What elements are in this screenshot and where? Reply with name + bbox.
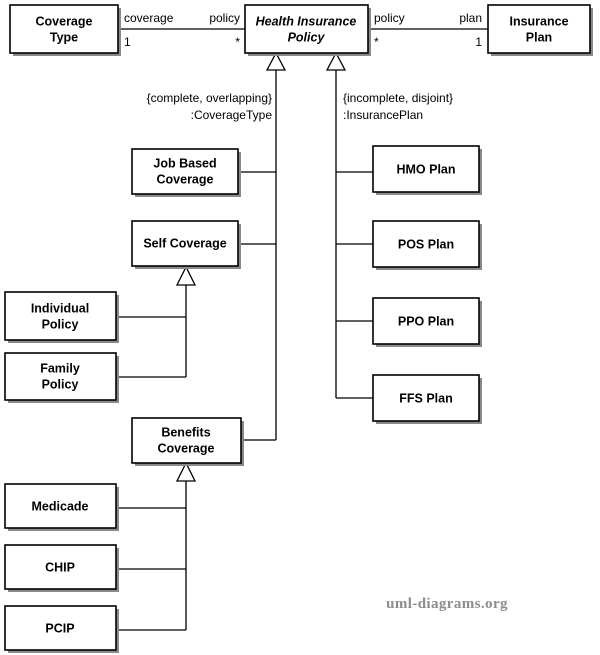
class-name-ppo-plan: PPO Plan <box>398 314 454 328</box>
class-box-insurance-plan[interactable]: Insurance Plan <box>487 4 593 56</box>
class-name-health-insurance-policy-line1: Health Insurance <box>256 14 357 28</box>
association-multiplicity-policy-right: * <box>374 35 379 49</box>
class-box-medicade[interactable]: Medicade <box>4 483 119 531</box>
watermark-text: uml-diagrams.org <box>386 596 508 612</box>
class-box-ffs-plan[interactable]: FFS Plan <box>372 374 482 424</box>
association-role-policy-left: policy <box>209 11 240 25</box>
class-name-coverage-type-line2: Type <box>50 30 78 44</box>
class-name-job-based-coverage-line2: Coverage <box>157 172 214 186</box>
class-name-pcip: PCIP <box>45 621 74 635</box>
diagram-canvas: Coverage Type Health Insurance Policy In… <box>4 4 593 653</box>
class-box-ppo-plan[interactable]: PPO Plan <box>372 297 482 347</box>
class-box-health-insurance-policy[interactable]: Health Insurance Policy <box>244 4 371 56</box>
class-name-chip: CHIP <box>45 560 75 574</box>
class-box-job-based-coverage[interactable]: Job Based Coverage <box>131 148 241 197</box>
class-name-individual-policy-line2: Policy <box>42 317 79 331</box>
class-box-hmo-plan[interactable]: HMO Plan <box>372 145 482 195</box>
class-box-self-coverage[interactable]: Self Coverage <box>131 220 241 269</box>
class-name-individual-policy-line1: Individual <box>31 301 89 315</box>
class-name-health-insurance-policy-line2: Policy <box>288 30 326 44</box>
class-name-insurance-plan-line1: Insurance <box>509 14 568 28</box>
association-role-coverage: coverage <box>124 11 174 25</box>
class-name-benefits-coverage-line2: Coverage <box>158 441 215 455</box>
class-name-family-policy-line2: Policy <box>42 377 79 391</box>
class-name-insurance-plan-line2: Plan <box>526 30 552 44</box>
generalization-set-constraint-insurance-plan: {incomplete, disjoint} <box>343 91 453 105</box>
class-name-benefits-coverage-line1: Benefits <box>161 425 210 439</box>
association-multiplicity-coverage: 1 <box>124 35 131 49</box>
association-role-plan: plan <box>459 11 482 25</box>
uml-class-diagram: Coverage Type Health Insurance Policy In… <box>0 0 600 655</box>
association-role-policy-right: policy <box>374 11 405 25</box>
class-box-individual-policy[interactable]: Individual Policy <box>4 291 119 343</box>
class-name-pos-plan: POS Plan <box>398 237 454 251</box>
class-name-hmo-plan: HMO Plan <box>396 162 455 176</box>
association-multiplicity-plan: 1 <box>475 35 482 49</box>
class-name-job-based-coverage-line1: Job Based <box>153 156 216 170</box>
class-box-benefits-coverage[interactable]: Benefits Coverage <box>131 417 244 466</box>
class-name-family-policy-line1: Family <box>40 361 80 375</box>
class-box-pos-plan[interactable]: POS Plan <box>372 220 482 270</box>
association-multiplicity-policy-left: * <box>235 35 240 49</box>
generalization-set-constraint-coverage-type: {complete, overlapping} <box>147 91 272 105</box>
class-box-family-policy[interactable]: Family Policy <box>4 352 119 403</box>
class-name-medicade: Medicade <box>32 499 89 513</box>
generalization-set-powertype-coverage-type: :CoverageType <box>191 108 273 122</box>
class-name-ffs-plan: FFS Plan <box>399 391 452 405</box>
class-name-coverage-type-line1: Coverage <box>36 14 93 28</box>
class-box-coverage-type[interactable]: Coverage Type <box>9 4 121 56</box>
class-name-self-coverage: Self Coverage <box>143 236 226 250</box>
class-box-pcip[interactable]: PCIP <box>4 605 119 653</box>
class-box-chip[interactable]: CHIP <box>4 544 119 592</box>
generalization-triangle-self-coverage <box>175 265 197 286</box>
generalization-set-powertype-insurance-plan: :InsurancePlan <box>343 108 423 122</box>
